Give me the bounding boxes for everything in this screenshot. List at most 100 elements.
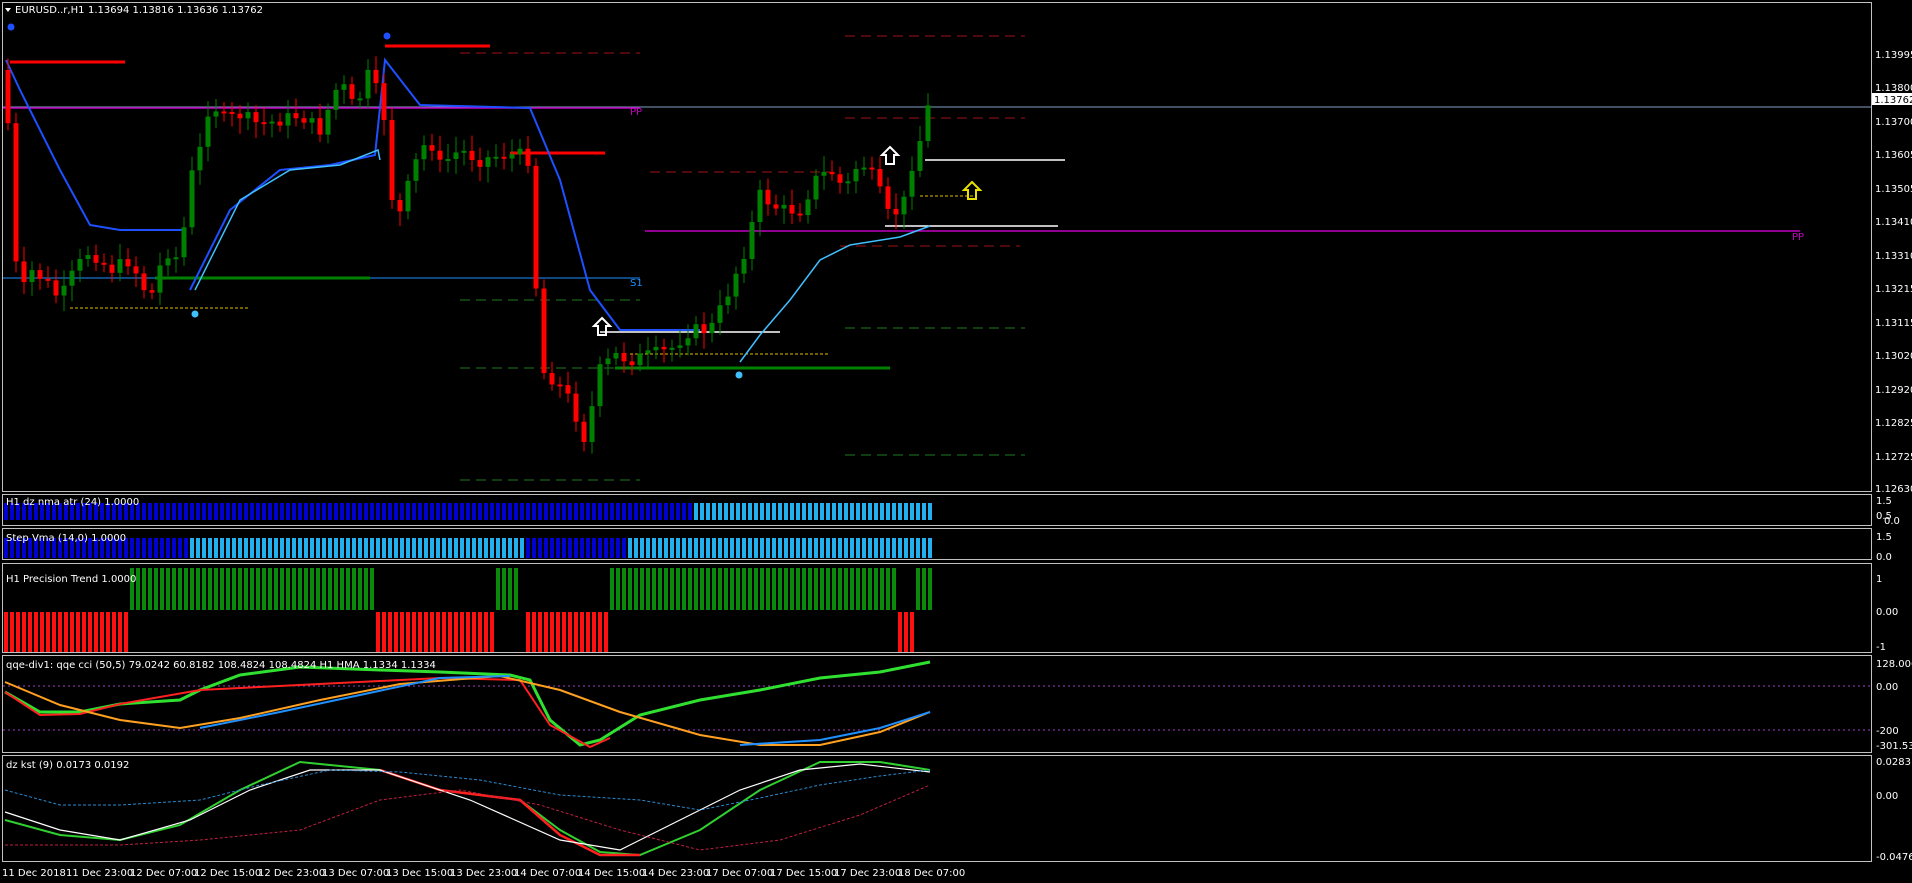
histogram-bar (34, 612, 38, 652)
histogram-bar (904, 503, 908, 520)
candle-body (173, 257, 179, 260)
histogram-bar (136, 568, 140, 610)
histogram-bar (184, 568, 188, 610)
histogram-bar (712, 503, 716, 520)
histogram-bar (718, 568, 722, 610)
histogram-bar (304, 568, 308, 610)
histogram-bar (922, 503, 926, 520)
candle-body (877, 169, 883, 187)
pivot-label-right: PP (1792, 232, 1804, 243)
precision-title: H1 Precision Trend 1.0000 (6, 574, 136, 585)
candle-body (445, 158, 451, 161)
histogram-bar (496, 538, 500, 558)
histogram-bar (688, 503, 692, 520)
histogram-bar (478, 538, 482, 558)
histogram-bar (826, 503, 830, 520)
candle-body (245, 112, 251, 119)
candle-body (357, 98, 363, 101)
histogram-bar (274, 568, 278, 610)
histogram-bar (736, 503, 740, 520)
candle-body (157, 265, 163, 293)
histogram-bar (682, 538, 686, 558)
histogram-bar (286, 568, 290, 610)
histogram-bar (538, 612, 542, 652)
histogram-bar (424, 538, 428, 558)
candle-body (325, 109, 331, 135)
candle-body (573, 393, 579, 422)
candle-body (21, 261, 27, 283)
signal-dot (383, 32, 391, 40)
candle-body (725, 296, 731, 306)
histogram-bar (886, 503, 890, 520)
candle-body (501, 156, 507, 159)
candle-body (829, 171, 835, 175)
histogram-bar (406, 538, 410, 558)
candle-body (581, 421, 587, 442)
histogram-bar (598, 612, 602, 652)
histogram-bar (790, 503, 794, 520)
candle-body (413, 159, 419, 181)
histogram-bar (364, 568, 368, 610)
candle-body (541, 288, 547, 374)
trading-chart-window[interactable]: EURUSD..r,H1 1.13694 1.13816 1.13636 1.1… (0, 0, 1912, 883)
candle-body (781, 204, 787, 209)
candle-body (333, 89, 339, 110)
histogram-bar (676, 503, 680, 520)
histogram-bar (928, 538, 932, 558)
candle-body (405, 180, 411, 212)
candle-body (53, 280, 59, 296)
nma-title: H1 dz nma atr (24) 1.0000 (6, 497, 139, 508)
histogram-bar (484, 612, 488, 652)
histogram-bar (658, 503, 662, 520)
histogram-bar (616, 503, 620, 520)
histogram-bar (46, 612, 50, 652)
histogram-bar (436, 503, 440, 520)
histogram-bar (160, 568, 164, 610)
histogram-bar (214, 568, 218, 610)
histogram-bar (784, 538, 788, 558)
histogram-bar (232, 538, 236, 558)
histogram-bar (862, 538, 866, 558)
histogram-bar (790, 538, 794, 558)
histogram-bar (214, 538, 218, 558)
histogram-bar (184, 503, 188, 520)
histogram-bar (22, 612, 26, 652)
histogram-bar (394, 503, 398, 520)
histogram-bar (286, 503, 290, 520)
histogram-bar (826, 538, 830, 558)
histogram-bar (340, 503, 344, 520)
time-label: 17 Dec 15:00 (770, 868, 837, 879)
histogram-bar (736, 568, 740, 610)
time-label: 18 Dec 07:00 (898, 868, 965, 879)
histogram-bar (880, 503, 884, 520)
candle-body (61, 285, 67, 296)
histogram-bar (430, 538, 434, 558)
histogram-bar (556, 612, 560, 652)
histogram-bar (670, 503, 674, 520)
histogram-bar (904, 612, 908, 652)
histogram-bar (424, 503, 428, 520)
histogram-bar (562, 612, 566, 652)
histogram-bar (868, 503, 872, 520)
histogram-bar (280, 503, 284, 520)
candle-body (181, 227, 187, 258)
histogram-bar (688, 568, 692, 610)
support-label: S1 (630, 278, 643, 289)
histogram-bar (766, 538, 770, 558)
histogram-bar (388, 612, 392, 652)
kst-axis-label: 0.0283 (1876, 757, 1911, 768)
histogram-bar (718, 538, 722, 558)
histogram-bar (544, 538, 548, 558)
candle-body (165, 258, 171, 266)
histogram-bar (412, 538, 416, 558)
time-label: 14 Dec 07:00 (514, 868, 581, 879)
histogram-bar (142, 568, 146, 610)
histogram-bar (922, 568, 926, 610)
precision-axis-label: 1 (1876, 574, 1882, 585)
histogram-bar (280, 538, 284, 558)
histogram-bar (196, 503, 200, 520)
histogram-bar (910, 503, 914, 520)
candle-body (677, 345, 683, 348)
histogram-bar (598, 538, 602, 558)
candle-body (365, 69, 371, 99)
